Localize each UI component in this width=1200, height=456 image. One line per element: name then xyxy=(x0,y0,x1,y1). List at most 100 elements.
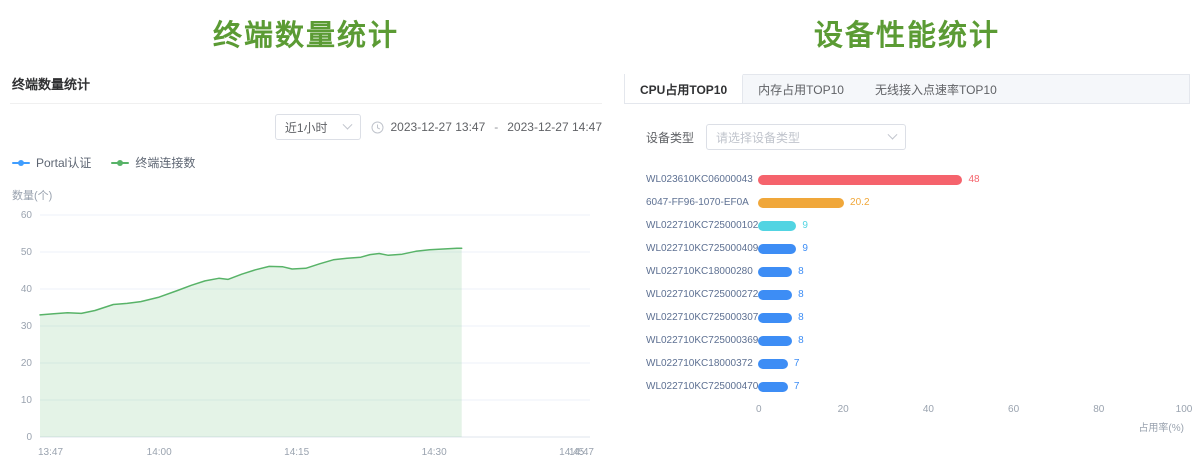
bar-value-label: 8 xyxy=(798,336,804,346)
chevron-down-icon xyxy=(888,129,898,139)
svg-text:40: 40 xyxy=(21,284,33,295)
bar-track: 48 xyxy=(758,175,1184,185)
bar-fill xyxy=(758,359,788,369)
bar-track: 8 xyxy=(758,267,1184,277)
time-range-select[interactable]: 近1小时 xyxy=(275,114,361,140)
bar-row: WL022710KC725000369 8 xyxy=(646,329,1184,352)
bar-row: WL022710KC18000280 8 xyxy=(646,260,1184,283)
device-name-label: WL022710KC725000102 xyxy=(646,220,758,231)
bar-fill xyxy=(758,382,788,392)
bar-value-label: 48 xyxy=(968,175,979,185)
legend-label: 终端连接数 xyxy=(135,154,195,171)
device-name-label: 6047-FF96-1070-EF0A xyxy=(646,197,758,208)
device-name-label: WL022710KC18000280 xyxy=(646,266,758,277)
bar-row: WL022710KC725000102 9 xyxy=(646,214,1184,237)
x-axis-tick: 60 xyxy=(1008,404,1019,415)
bar-value-label: 20.2 xyxy=(850,198,869,208)
bar-fill xyxy=(758,198,844,208)
svg-text:14:00: 14:00 xyxy=(147,447,172,456)
bar-value-label: 8 xyxy=(798,313,804,323)
svg-text:30: 30 xyxy=(21,321,33,332)
device-name-label: WL022710KC725000470 xyxy=(646,381,758,392)
date-start: 2023-12-27 13:47 xyxy=(391,120,486,134)
device-name-label: WL023610KC06000043 xyxy=(646,174,758,185)
svg-text:14:30: 14:30 xyxy=(422,447,447,456)
bar-row: WL022710KC18000372 7 xyxy=(646,352,1184,375)
bar-value-label: 9 xyxy=(802,244,808,254)
device-type-filter: 设备类型 请选择设备类型 xyxy=(646,124,1190,150)
device-name-label: WL022710KC18000372 xyxy=(646,358,758,369)
x-axis-tick: 40 xyxy=(923,404,934,415)
chart-legend: Portal认证 终端连接数 xyxy=(12,154,602,171)
tab-无线接入点速率TOP10[interactable]: 无线接入点速率TOP10 xyxy=(860,75,1013,103)
bar-value-label: 8 xyxy=(798,267,804,277)
terminal-stats-heading: 终端数量统计 xyxy=(10,12,602,54)
bar-fill xyxy=(758,244,796,254)
device-performance-panel: 设备性能统计 CPU占用TOP10内存占用TOP10无线接入点速率TOP10 设… xyxy=(612,0,1200,456)
terminal-stats-panel: 终端数量统计 终端数量统计 近1小时 2023-12-27 13:47 - 20… xyxy=(0,0,612,456)
terminal-chart-card: 终端数量统计 近1小时 2023-12-27 13:47 - 2023-12-2… xyxy=(10,74,602,456)
bar-value-label: 8 xyxy=(798,290,804,300)
bar-track: 20.2 xyxy=(758,198,1184,208)
bar-value-label: 7 xyxy=(794,359,800,369)
bar-chart-x-axis: 020406080100 xyxy=(646,404,1184,417)
legend-item[interactable]: 终端连接数 xyxy=(111,154,195,171)
time-range-value: 近1小时 xyxy=(285,119,328,136)
device-name-label: WL022710KC725000272 xyxy=(646,289,758,300)
clock-icon xyxy=(371,121,384,134)
device-name-label: WL022710KC725000369 xyxy=(646,335,758,346)
bar-track: 7 xyxy=(758,382,1184,392)
svg-text:60: 60 xyxy=(21,210,33,221)
bar-row: WL022710KC725000409 9 xyxy=(646,237,1184,260)
monitoring-dashboard: 终端数量统计 终端数量统计 近1小时 2023-12-27 13:47 - 20… xyxy=(0,0,1200,456)
bar-value-label: 9 xyxy=(802,221,808,231)
bar-fill xyxy=(758,267,792,277)
device-type-placeholder: 请选择设备类型 xyxy=(716,129,800,146)
svg-text:50: 50 xyxy=(21,247,33,258)
bar-track: 7 xyxy=(758,359,1184,369)
date-range-picker[interactable]: 2023-12-27 13:47 - 2023-12-27 14:47 xyxy=(371,120,603,134)
legend-marker-icon xyxy=(111,159,129,167)
performance-tabs: CPU占用TOP10内存占用TOP10无线接入点速率TOP10 xyxy=(624,74,1190,104)
x-axis-tick: 100 xyxy=(1176,404,1193,415)
chevron-down-icon xyxy=(342,119,352,129)
bar-fill xyxy=(758,221,796,231)
chart-controls: 近1小时 2023-12-27 13:47 - 2023-12-27 14:47 xyxy=(10,114,602,140)
x-axis-tick: 80 xyxy=(1093,404,1104,415)
bar-row: WL022710KC7250004707 xyxy=(646,375,1184,398)
svg-text:14:47: 14:47 xyxy=(569,447,594,456)
x-axis-title: 占用率(%) xyxy=(758,419,1184,434)
bar-row: WL022710KC725000272 8 xyxy=(646,283,1184,306)
device-name-label: WL022710KC725000409 xyxy=(646,243,758,254)
bar-row: WL023610KC06000043 48 xyxy=(646,168,1184,191)
terminal-line-chart: 010203040506013:4714:0014:1514:3014:4514… xyxy=(10,207,598,456)
terminal-card-title: 终端数量统计 xyxy=(12,74,602,93)
bar-track: 9 xyxy=(758,221,1184,231)
svg-text:13:47: 13:47 xyxy=(38,447,63,456)
legend-label: Portal认证 xyxy=(36,154,91,171)
bar-track: 8 xyxy=(758,313,1184,323)
device-name-label: WL022710KC725000307 xyxy=(646,312,758,323)
svg-text:14:15: 14:15 xyxy=(284,447,309,456)
svg-text:20: 20 xyxy=(21,358,33,369)
tab-内存占用TOP10[interactable]: 内存占用TOP10 xyxy=(743,75,860,103)
y-axis-title: 数量(个) xyxy=(12,187,602,203)
tab-CPU占用TOP10[interactable]: CPU占用TOP10 xyxy=(625,74,743,103)
bar-fill xyxy=(758,290,792,300)
bar-fill xyxy=(758,336,792,346)
card-title-divider xyxy=(10,103,602,104)
device-type-label: 设备类型 xyxy=(646,129,694,146)
device-type-select[interactable]: 请选择设备类型 xyxy=(706,124,906,150)
bar-row: 6047-FF96-1070-EF0A 20.2 xyxy=(646,191,1184,214)
date-separator: - xyxy=(492,120,500,134)
svg-text:10: 10 xyxy=(21,395,33,406)
x-axis-tick: 20 xyxy=(838,404,849,415)
bar-track: 8 xyxy=(758,290,1184,300)
cpu-top10-bar-chart: WL023610KC06000043 48 6047-FF96-1070-EF0A 2… xyxy=(646,168,1184,434)
device-performance-heading: 设备性能统计 xyxy=(624,12,1190,54)
bar-row: WL022710KC725000307 8 xyxy=(646,306,1184,329)
date-end: 2023-12-27 14:47 xyxy=(507,120,602,134)
bar-fill xyxy=(758,175,962,185)
legend-item[interactable]: Portal认证 xyxy=(12,154,91,171)
bar-track: 9 xyxy=(758,244,1184,254)
